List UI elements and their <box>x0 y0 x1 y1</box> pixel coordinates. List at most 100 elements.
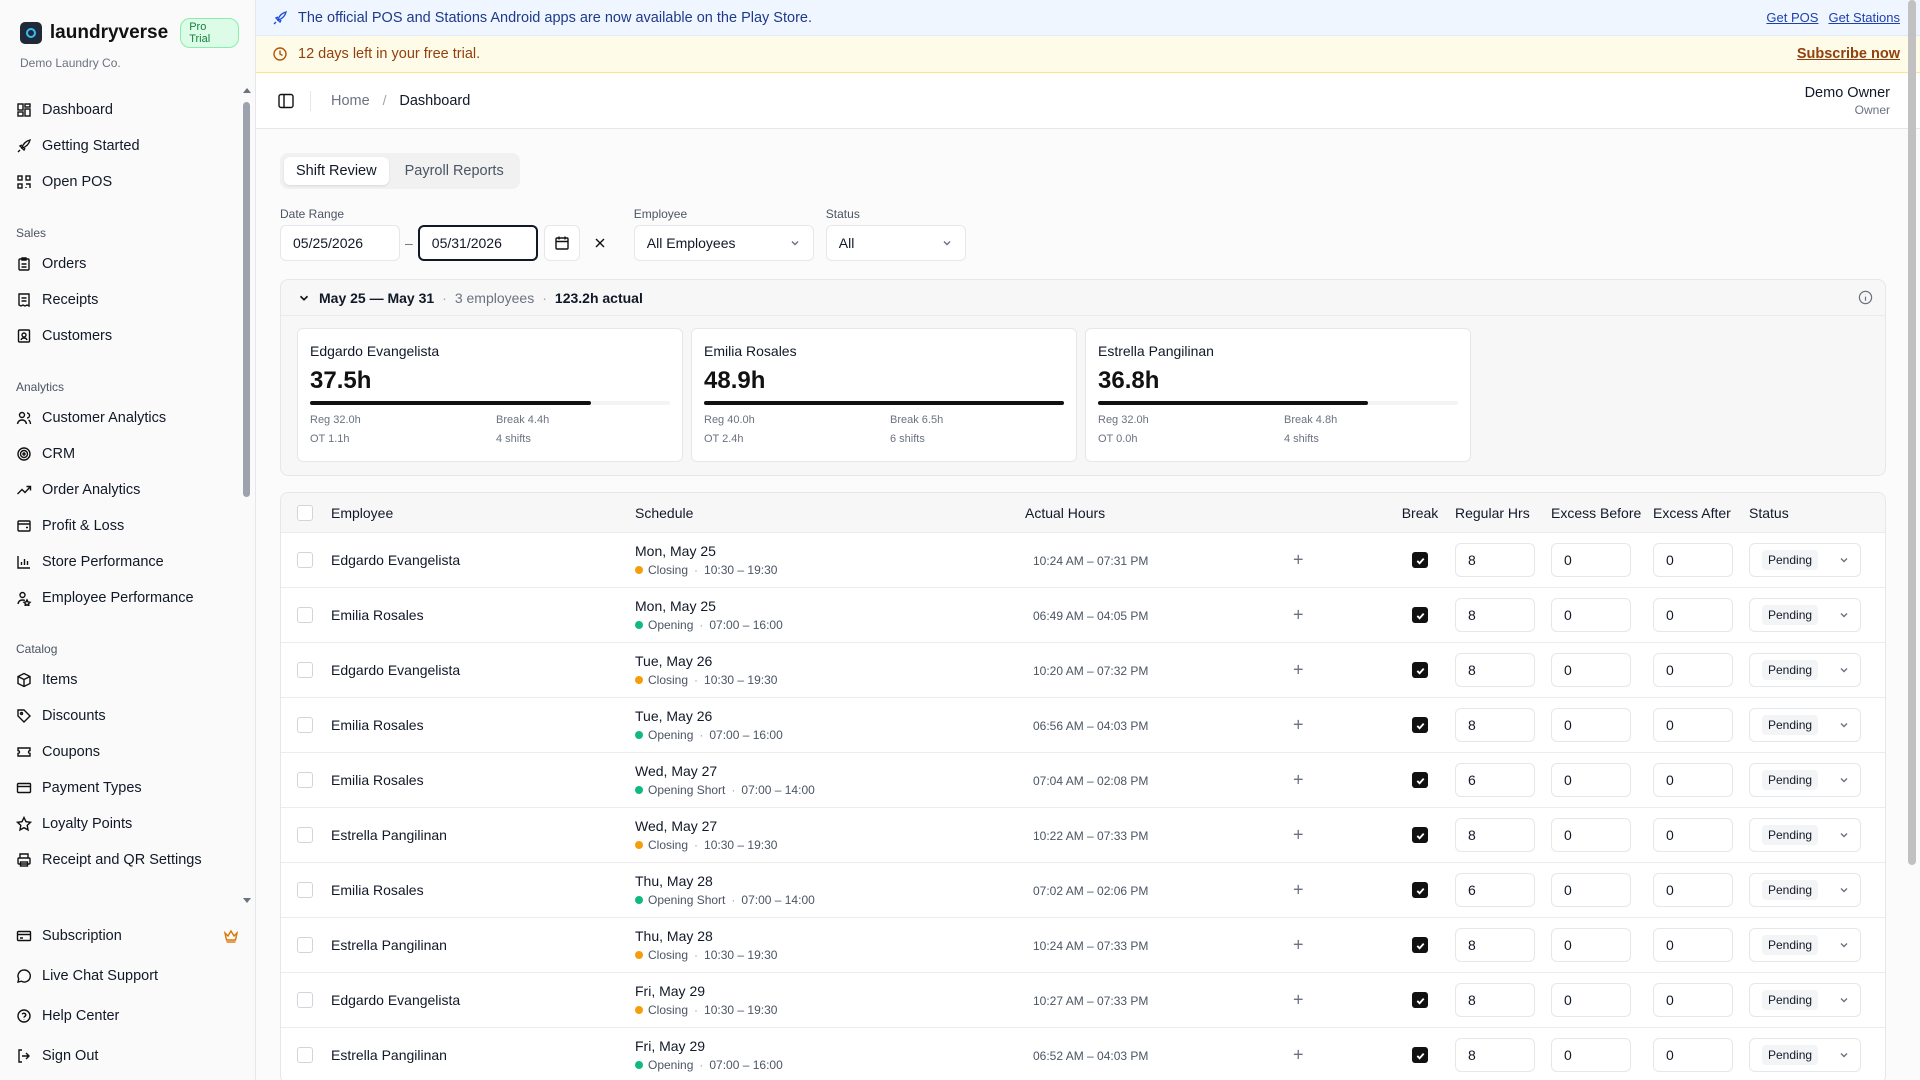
excess-after-input[interactable]: 0 <box>1653 928 1733 962</box>
excess-before-input[interactable]: 0 <box>1551 873 1631 907</box>
add-entry-icon[interactable]: + <box>1293 715 1304 736</box>
row-checkbox[interactable] <box>297 717 313 733</box>
sidebar-item-crm[interactable]: CRM <box>0 436 243 472</box>
break-checkbox[interactable] <box>1412 827 1428 843</box>
date-to-input[interactable]: 05/31/2026 <box>417 225 538 261</box>
select-all-checkbox[interactable] <box>297 504 313 521</box>
break-checkbox[interactable] <box>1412 772 1428 788</box>
sidebar-item-receipts[interactable]: Receipts <box>0 282 243 318</box>
status-select[interactable]: All <box>825 225 966 261</box>
sidebar-scrollbar[interactable] <box>243 88 251 903</box>
break-checkbox[interactable] <box>1412 1047 1428 1063</box>
sidebar-item-sign-out[interactable]: Sign Out <box>0 1036 255 1076</box>
add-entry-icon[interactable]: + <box>1293 825 1304 846</box>
page-scrollbar[interactable] <box>1908 0 1916 865</box>
excess-before-input[interactable]: 0 <box>1551 1038 1631 1072</box>
break-checkbox[interactable] <box>1412 992 1428 1008</box>
row-checkbox[interactable] <box>297 937 313 953</box>
excess-before-input[interactable]: 0 <box>1551 598 1631 632</box>
add-entry-icon[interactable]: + <box>1293 550 1304 571</box>
add-entry-icon[interactable]: + <box>1293 990 1304 1011</box>
excess-before-input[interactable]: 0 <box>1551 543 1631 577</box>
excess-before-input[interactable]: 0 <box>1551 983 1631 1017</box>
row-checkbox[interactable] <box>297 882 313 898</box>
row-checkbox[interactable] <box>297 662 313 678</box>
status-select[interactable]: Pending <box>1749 928 1861 962</box>
add-entry-icon[interactable]: + <box>1293 660 1304 681</box>
excess-after-input[interactable]: 0 <box>1653 1038 1733 1072</box>
sidebar-item-store-performance[interactable]: Store Performance <box>0 544 243 580</box>
chevron-down-icon[interactable] <box>297 291 311 305</box>
excess-after-input[interactable]: 0 <box>1653 818 1733 852</box>
sidebar-item-customer-analytics[interactable]: Customer Analytics <box>0 400 243 436</box>
excess-after-input[interactable]: 0 <box>1653 598 1733 632</box>
add-entry-icon[interactable]: + <box>1293 605 1304 626</box>
regular-hours-input[interactable]: 8 <box>1455 983 1535 1017</box>
scroll-down-icon[interactable] <box>243 898 251 903</box>
regular-hours-input[interactable]: 8 <box>1455 598 1535 632</box>
excess-before-input[interactable]: 0 <box>1551 928 1631 962</box>
status-select[interactable]: Pending <box>1749 653 1861 687</box>
subscribe-now-link[interactable]: Subscribe now <box>1797 46 1900 62</box>
regular-hours-input[interactable]: 8 <box>1455 708 1535 742</box>
excess-after-input[interactable]: 0 <box>1653 653 1733 687</box>
sidebar-toggle-icon[interactable] <box>276 91 296 111</box>
regular-hours-input[interactable]: 8 <box>1455 818 1535 852</box>
regular-hours-input[interactable]: 8 <box>1455 1038 1535 1072</box>
user-menu[interactable]: Demo Owner Owner <box>1805 85 1890 117</box>
tab-shift-review[interactable]: Shift Review <box>284 157 389 185</box>
week-summary-header[interactable]: May 25 — May 31 · 3 employees · 123.2h a… <box>281 280 1885 316</box>
status-select[interactable]: Pending <box>1749 1038 1861 1072</box>
sidebar-item-employee-performance[interactable]: Employee Performance <box>0 580 243 616</box>
excess-after-input[interactable]: 0 <box>1653 873 1733 907</box>
row-checkbox[interactable] <box>297 827 313 843</box>
row-checkbox[interactable] <box>297 552 313 568</box>
sidebar-item-customers[interactable]: Customers <box>0 318 243 354</box>
break-checkbox[interactable] <box>1412 607 1428 623</box>
sidebar-item-dashboard[interactable]: Dashboard <box>0 92 243 128</box>
tab-payroll-reports[interactable]: Payroll Reports <box>393 157 516 185</box>
sidebar-item-loyalty-points[interactable]: Loyalty Points <box>0 806 243 842</box>
status-select[interactable]: Pending <box>1749 983 1861 1017</box>
date-from-input[interactable]: 05/25/2026 <box>280 225 400 261</box>
add-entry-icon[interactable]: + <box>1293 935 1304 956</box>
regular-hours-input[interactable]: 6 <box>1455 873 1535 907</box>
excess-before-input[interactable]: 0 <box>1551 818 1631 852</box>
status-select[interactable]: Pending <box>1749 763 1861 797</box>
excess-after-input[interactable]: 0 <box>1653 763 1733 797</box>
regular-hours-input[interactable]: 8 <box>1455 543 1535 577</box>
break-checkbox[interactable] <box>1412 937 1428 953</box>
status-select[interactable]: Pending <box>1749 873 1861 907</box>
sidebar-item-open-pos[interactable]: Open POS <box>0 164 243 200</box>
excess-before-input[interactable]: 0 <box>1551 708 1631 742</box>
breadcrumb-home[interactable]: Home <box>331 93 370 109</box>
status-select[interactable]: Pending <box>1749 543 1861 577</box>
row-checkbox[interactable] <box>297 992 313 1008</box>
status-select[interactable]: Pending <box>1749 598 1861 632</box>
break-checkbox[interactable] <box>1412 552 1428 568</box>
sidebar-item-help-center[interactable]: Help Center <box>0 996 255 1036</box>
excess-before-input[interactable]: 0 <box>1551 653 1631 687</box>
sidebar-item-orders[interactable]: Orders <box>0 246 243 282</box>
add-entry-icon[interactable]: + <box>1293 770 1304 791</box>
regular-hours-input[interactable]: 8 <box>1455 653 1535 687</box>
row-checkbox[interactable] <box>297 1047 313 1063</box>
regular-hours-input[interactable]: 6 <box>1455 763 1535 797</box>
break-checkbox[interactable] <box>1412 717 1428 733</box>
row-checkbox[interactable] <box>297 607 313 623</box>
regular-hours-input[interactable]: 8 <box>1455 928 1535 962</box>
break-checkbox[interactable] <box>1412 882 1428 898</box>
get-stations-link[interactable]: Get Stations <box>1828 10 1900 25</box>
sidebar-item-receipt-qr-settings[interactable]: Receipt and QR Settings <box>0 842 243 878</box>
status-select[interactable]: Pending <box>1749 708 1861 742</box>
excess-after-input[interactable]: 0 <box>1653 543 1733 577</box>
row-checkbox[interactable] <box>297 772 313 788</box>
sidebar-item-live-chat[interactable]: Live Chat Support <box>0 956 255 996</box>
sidebar-item-getting-started[interactable]: Getting Started <box>0 128 243 164</box>
status-select[interactable]: Pending <box>1749 818 1861 852</box>
break-checkbox[interactable] <box>1412 662 1428 678</box>
excess-after-input[interactable]: 0 <box>1653 708 1733 742</box>
calendar-button[interactable] <box>543 225 580 261</box>
sidebar-item-discounts[interactable]: Discounts <box>0 698 243 734</box>
sidebar-item-items[interactable]: Items <box>0 662 243 698</box>
